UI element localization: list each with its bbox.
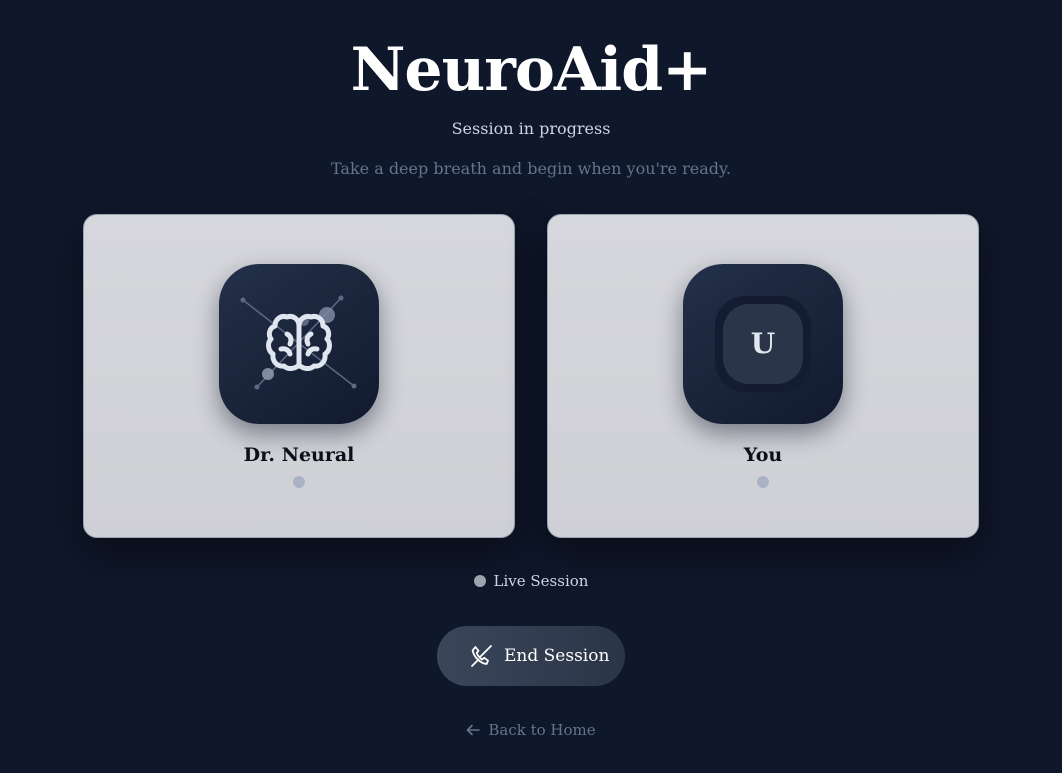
user-participant-name: You [743, 444, 783, 466]
session-status-subtitle: Session in progress [451, 119, 611, 138]
ai-speaking-indicator [293, 476, 305, 488]
brain-icon [240, 295, 357, 390]
user-avatar-initial: U [723, 304, 803, 384]
app-title: NeuroAid+ [350, 35, 713, 105]
end-session-label: End Session [504, 646, 610, 666]
user-avatar-tile: U [683, 264, 843, 424]
user-avatar-ring: U [715, 296, 811, 392]
live-session-status: Live Session [0, 572, 1062, 590]
ai-participant-card: Dr. Neural [83, 214, 515, 538]
phone-off-icon [471, 645, 492, 667]
ai-participant-name: Dr. Neural [243, 444, 355, 466]
session-hint: Take a deep breath and begin when you're… [330, 159, 732, 178]
end-session-button[interactable]: End Session [437, 626, 625, 686]
user-speaking-indicator [757, 476, 769, 488]
back-to-home-link[interactable]: Back to Home [0, 721, 1062, 739]
session-page: NeuroAid+ Session in progress Take a dee… [0, 0, 1062, 773]
live-indicator-dot [473, 575, 486, 587]
live-session-label: Live Session [493, 572, 589, 590]
user-participant-card: U You [547, 214, 979, 538]
ai-avatar-tile [219, 264, 379, 424]
arrow-left-icon [467, 724, 481, 736]
back-to-home-label: Back to Home [488, 721, 596, 739]
